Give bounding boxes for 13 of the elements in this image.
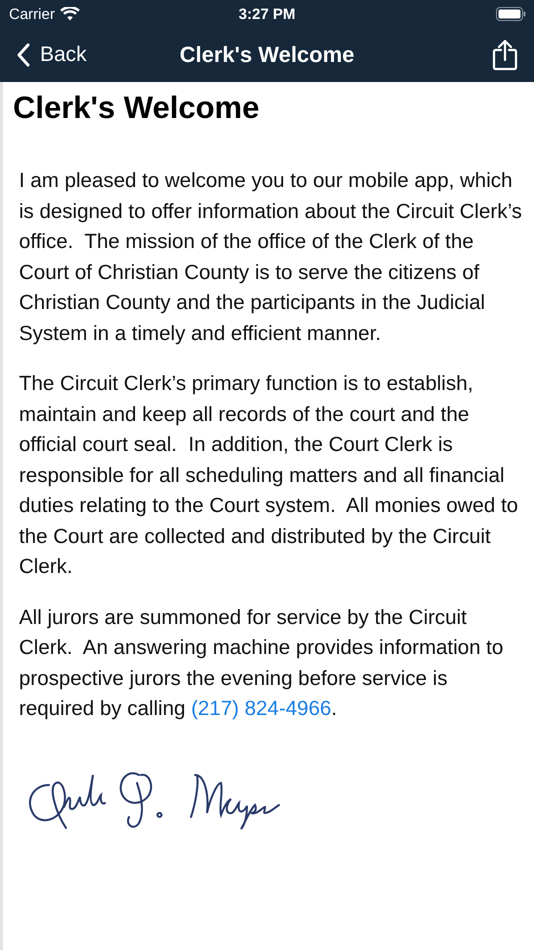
paragraph: All jurors are summoned for service by the Circuit Clerk. An answering machine provides information to prospective jurors the evening before service is required by calling (217) 824-4966. [19,604,504,722]
share-icon[interactable] [492,39,518,71]
page-heading: Clerk's Welcome [13,90,260,126]
phone-link[interactable]: (217) 824-4966 [191,697,332,720]
wifi-icon [60,7,80,21]
carrier-label: Carrier [9,6,55,22]
back-button[interactable]: Back [16,43,87,67]
status-time: 3:27 PM [238,6,296,22]
paragraph: The Circuit Clerk’s primary function is to establish, maintain and keep all records of the court and the official court seal. In addition, the Court Clerk is responsible for all scheduling matters and all financial duties relating to the Court system. All monies owed to the Court are collected and distributed by the Circuit Clerk. [19,371,520,580]
battery-icon [496,7,526,21]
chevron-left-icon [16,43,30,67]
nav-title: Clerk's Welcome [180,42,354,68]
paragraph: I am pleased to welcome you to our mobile app, which is designed to offer information about the Circuit Clerk’s office. The mission of the office of the Clerk of the Court of Christian County is to serve the citizens of Christian County and the participants in the Judicial System in a timely and efficient manner. [19,168,523,346]
